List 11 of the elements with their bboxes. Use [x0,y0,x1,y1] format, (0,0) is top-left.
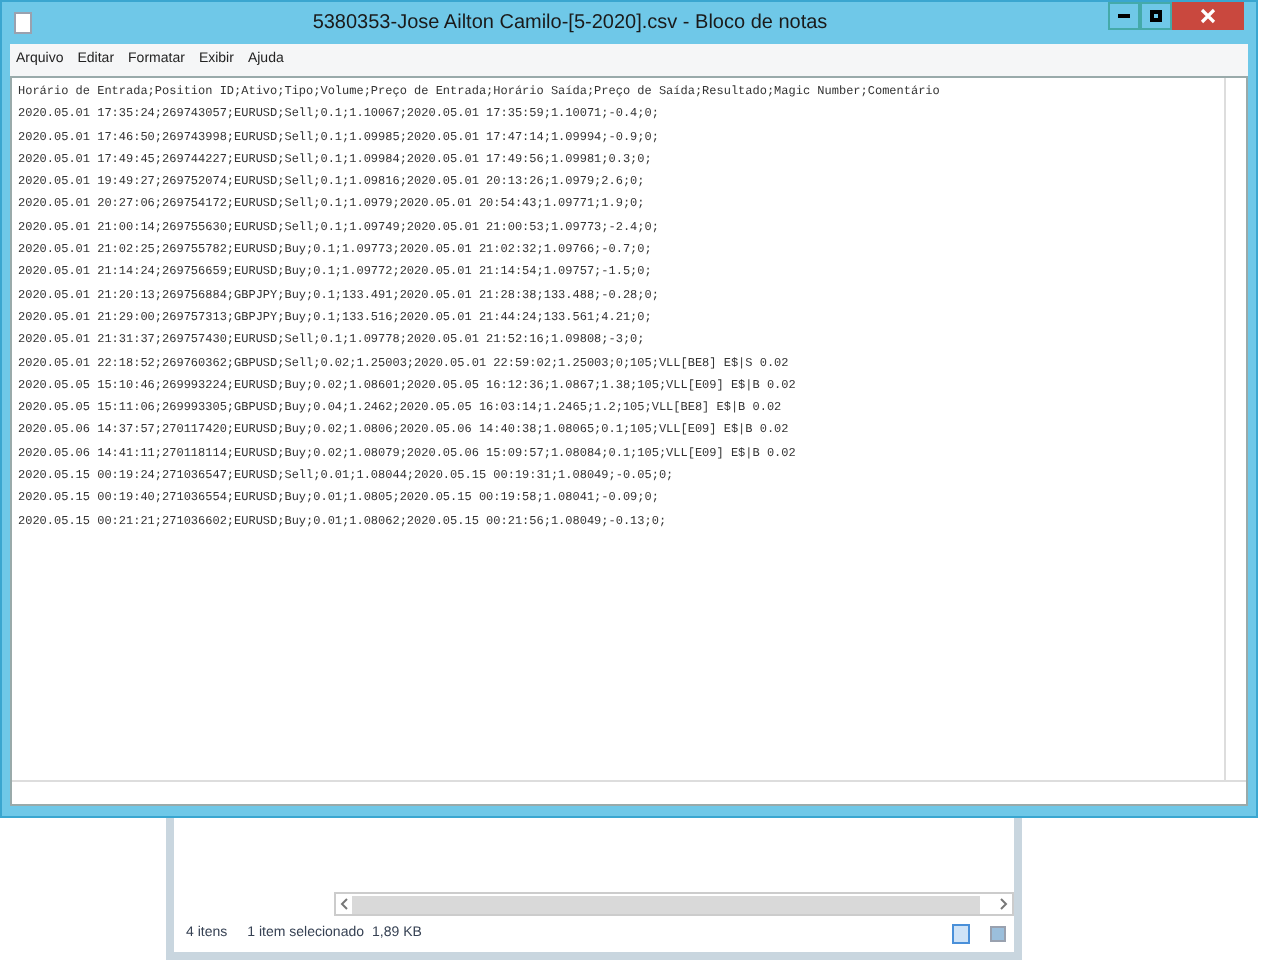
close-button[interactable] [1172,2,1244,30]
minimize-button[interactable] [1108,2,1140,30]
notepad-icon [14,12,32,34]
details-view-icon[interactable] [952,924,970,944]
scroll-right-icon[interactable] [1000,898,1008,910]
maximize-button[interactable] [1140,2,1172,30]
scroll-left-icon[interactable] [340,898,348,910]
scrollbar-thumb[interactable] [352,895,980,913]
thumbnails-view-icon[interactable] [990,926,1006,942]
window-title: 5380353-Jose Ailton Camilo-[5-2020].csv - Bloco de notas [310,10,830,38]
close-icon [1200,8,1216,24]
